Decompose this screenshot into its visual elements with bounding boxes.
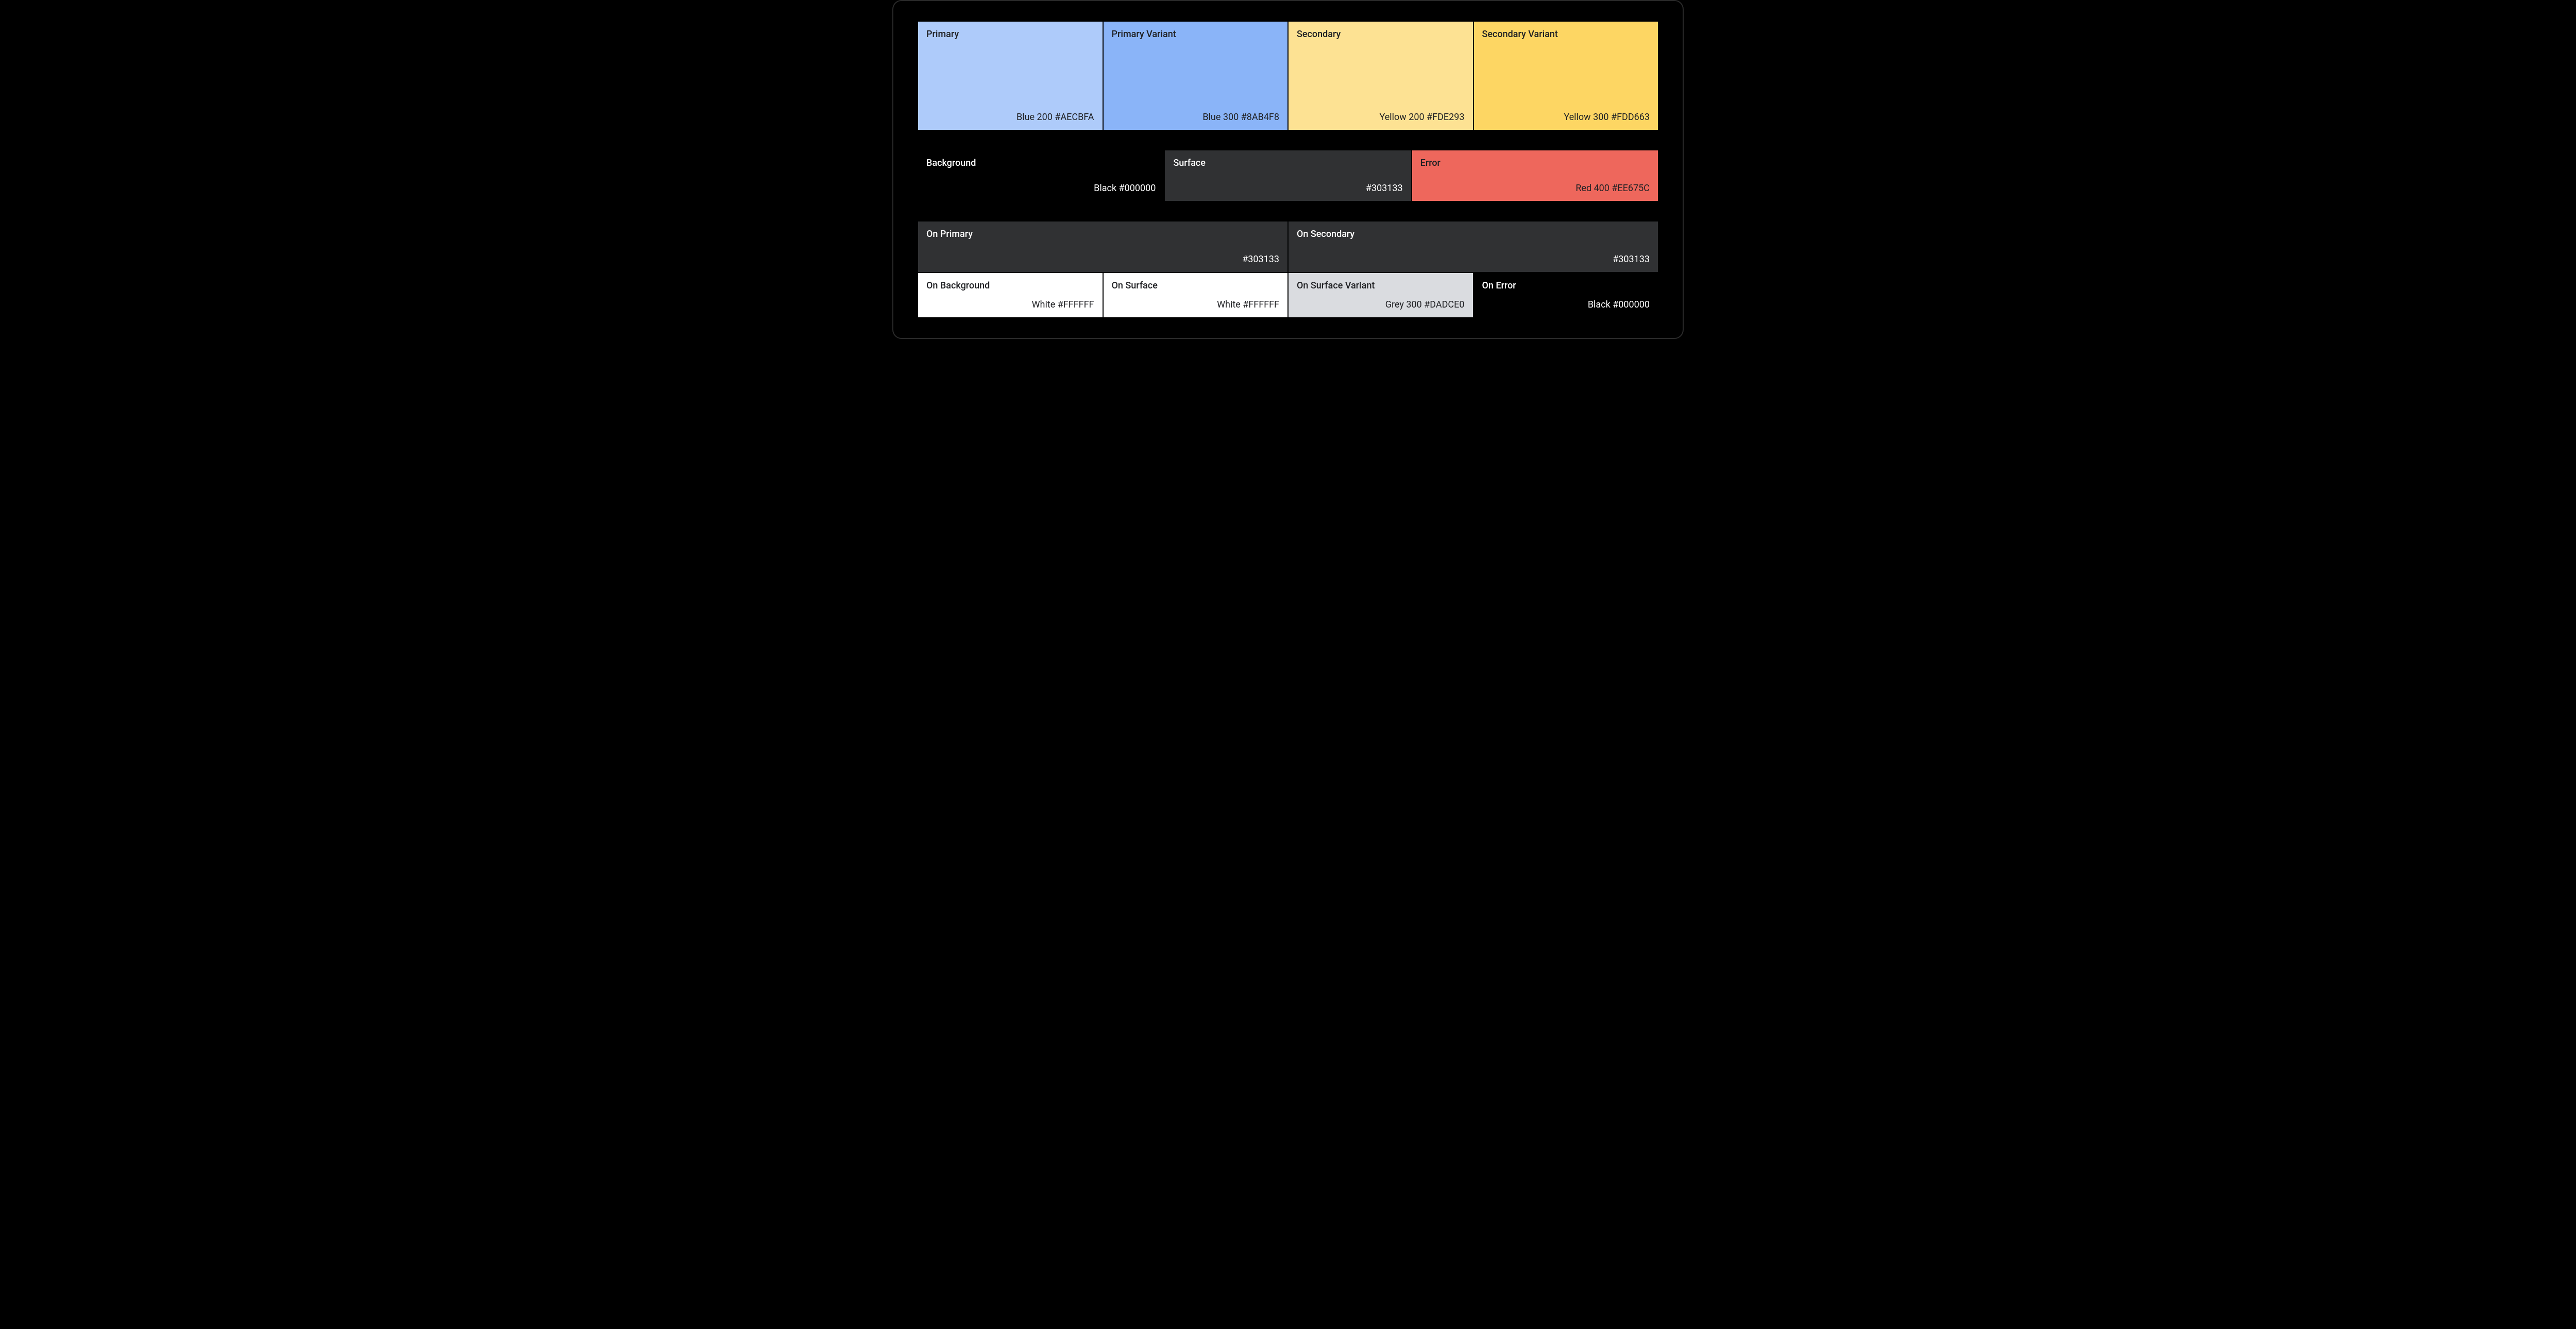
swatch-name: On Surface Variant	[1297, 280, 1465, 291]
swatch-code: Red 400 #EE675C	[1575, 183, 1650, 194]
swatch-on-secondary: On Secondary #303133	[1289, 222, 1658, 272]
swatch-on-background: On Background White #FFFFFF	[918, 273, 1103, 317]
palette-row-theme: Primary Blue 200 #AECBFA Primary Variant…	[918, 22, 1658, 130]
swatch-code: Grey 300 #DADCE0	[1385, 299, 1465, 310]
swatch-on-surface-variant: On Surface Variant Grey 300 #DADCE0	[1289, 273, 1473, 317]
swatch-code: Black #000000	[1094, 183, 1156, 194]
swatch-code: #303133	[1242, 254, 1279, 265]
palette-subrow-on-primary-secondary: On Primary #303133 On Secondary #303133	[918, 222, 1658, 272]
swatch-background: Background Black #000000	[918, 150, 1164, 201]
color-palette-diagram: Primary Blue 200 #AECBFA Primary Variant…	[892, 0, 1684, 339]
swatch-name: Secondary Variant	[1482, 29, 1650, 40]
swatch-code: Yellow 200 #FDE293	[1379, 112, 1464, 123]
palette-row-surfaces: Background Black #000000 Surface #303133…	[918, 150, 1658, 201]
swatch-name: Surface	[1173, 158, 1402, 168]
swatch-code: #303133	[1366, 183, 1403, 194]
swatch-code: Yellow 300 #FDD663	[1564, 112, 1650, 123]
swatch-name: Primary Variant	[1112, 29, 1280, 40]
swatch-secondary-variant: Secondary Variant Yellow 300 #FDD663	[1474, 22, 1658, 130]
swatch-on-error: On Error Black #000000	[1474, 273, 1658, 317]
swatch-name: On Primary	[926, 229, 1279, 240]
swatch-error: Error Red 400 #EE675C	[1412, 150, 1658, 201]
swatch-surface: Surface #303133	[1165, 150, 1411, 201]
swatch-on-primary: On Primary #303133	[918, 222, 1287, 272]
swatch-name: On Error	[1482, 280, 1650, 291]
swatch-code: Blue 200 #AECBFA	[1016, 112, 1094, 123]
swatch-code: White #FFFFFF	[1217, 299, 1279, 310]
swatch-secondary: Secondary Yellow 200 #FDE293	[1289, 22, 1473, 130]
swatch-code: White #FFFFFF	[1032, 299, 1094, 310]
swatch-code: #303133	[1613, 254, 1650, 265]
swatch-name: On Surface	[1112, 280, 1280, 291]
swatch-name: Error	[1420, 158, 1650, 168]
swatch-name: Background	[926, 158, 1156, 168]
swatch-name: On Background	[926, 280, 1094, 291]
swatch-on-surface: On Surface White #FFFFFF	[1104, 273, 1288, 317]
palette-row-on-colors: On Primary #303133 On Secondary #303133 …	[918, 222, 1658, 317]
swatch-primary: Primary Blue 200 #AECBFA	[918, 22, 1103, 130]
swatch-name: Primary	[926, 29, 1094, 40]
palette-subrow-on-surfaces: On Background White #FFFFFF On Surface W…	[918, 273, 1658, 317]
swatch-name: On Secondary	[1297, 229, 1650, 240]
swatch-primary-variant: Primary Variant Blue 300 #8AB4F8	[1104, 22, 1288, 130]
swatch-code: Black #000000	[1588, 299, 1650, 310]
swatch-code: Blue 300 #8AB4F8	[1202, 112, 1279, 123]
swatch-name: Secondary	[1297, 29, 1465, 40]
